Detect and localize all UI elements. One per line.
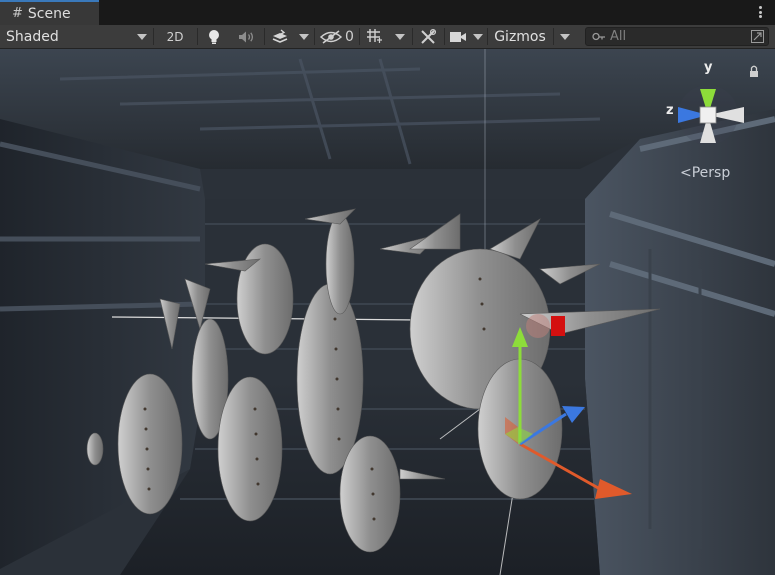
grid-toggle[interactable] (361, 25, 389, 48)
hash-icon: # (12, 6, 23, 21)
effects-toggle[interactable] (266, 25, 294, 48)
expand-icon[interactable] (751, 30, 764, 43)
gizmo-y-label: y (704, 60, 713, 75)
projection-label: Persp (691, 165, 731, 181)
layers-icon (272, 29, 288, 43)
divider (359, 28, 360, 45)
divider (314, 28, 315, 45)
divider (197, 28, 198, 45)
camera-settings-dropdown[interactable] (470, 25, 486, 48)
grid-dropdown[interactable] (390, 25, 410, 48)
projection-toggle[interactable]: <Persp (680, 165, 730, 181)
chevron-down-icon (137, 34, 147, 40)
scene-viewport[interactable]: y z <Persp (0, 49, 775, 575)
chevron-down-icon (395, 34, 405, 40)
selection-marker (551, 316, 565, 336)
gizmos-dropdown[interactable] (555, 25, 575, 48)
2d-mode-label: 2D (166, 29, 184, 44)
effects-dropdown[interactable] (294, 25, 314, 48)
tab-bar: # Scene (0, 0, 775, 25)
search-placeholder: All (610, 29, 627, 44)
lightbulb-icon (209, 29, 219, 44)
search-icon (592, 32, 605, 41)
scene-render: y z (0, 49, 775, 575)
divider (412, 28, 413, 45)
2d-mode-button[interactable]: 2D (158, 25, 192, 48)
chevron-left-icon: < (680, 165, 692, 181)
gizmos-label: Gizmos (494, 28, 546, 45)
lighting-toggle[interactable] (200, 25, 228, 48)
search-input[interactable]: All (585, 27, 769, 46)
chevron-down-icon (473, 34, 483, 40)
divider (153, 28, 154, 45)
chevron-down-icon (560, 34, 570, 40)
draw-mode-dropdown[interactable]: Shaded (0, 25, 150, 48)
eye-slash-icon (320, 29, 342, 44)
chevron-down-icon (299, 34, 309, 40)
camera-settings-button[interactable] (446, 25, 470, 48)
tools-icon (421, 28, 437, 44)
speaker-icon (239, 31, 254, 42)
grid-icon (367, 29, 382, 43)
divider (487, 28, 488, 45)
draw-mode-label: Shaded (6, 28, 59, 45)
divider (444, 28, 445, 45)
gizmos-button[interactable]: Gizmos (489, 25, 551, 48)
scene-visibility-toggle[interactable]: 0 (317, 25, 357, 48)
tab-scene-label: Scene (27, 5, 71, 22)
scene-toolbar: Shaded 2D 0 Gizmos All (0, 25, 775, 49)
audio-toggle[interactable] (232, 25, 262, 48)
video-camera-icon (450, 31, 466, 42)
tab-scene[interactable]: # Scene (0, 0, 99, 25)
component-tools-button[interactable] (414, 25, 442, 48)
gizmo-z-label: z (666, 103, 674, 118)
more-options-icon[interactable] (757, 4, 763, 20)
divider (553, 28, 554, 45)
divider (264, 28, 265, 45)
hidden-count: 0 (345, 28, 354, 45)
